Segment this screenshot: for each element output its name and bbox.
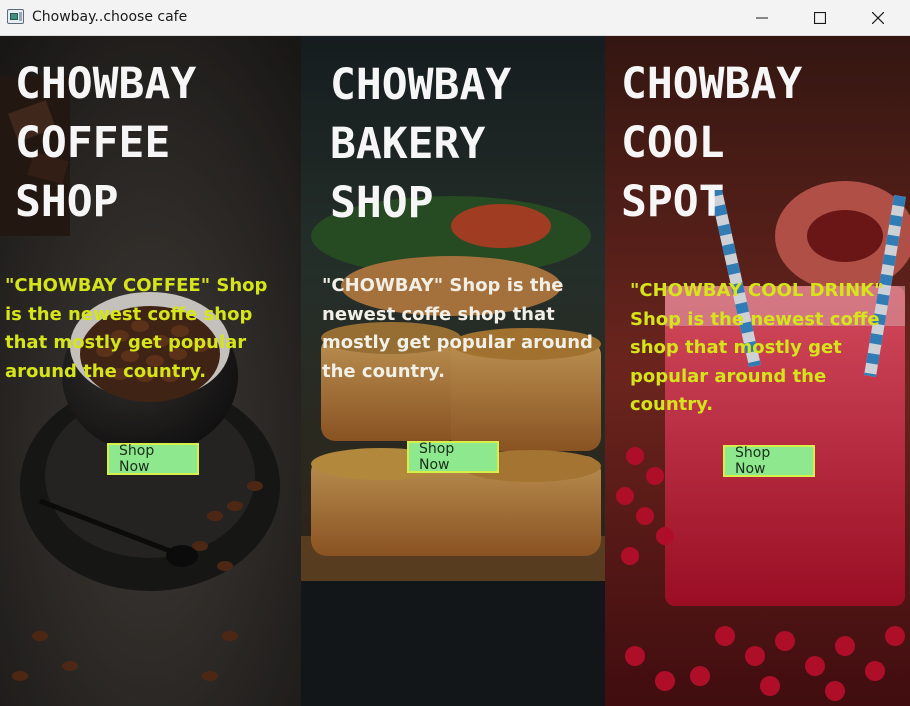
coffee-shop-panel: CHOWBAY COFFEE SHOP "CHOWBAY COFFEE" Sho… bbox=[0, 36, 301, 706]
heading-line: SHOP bbox=[15, 177, 119, 227]
heading-line: SHOP bbox=[330, 178, 434, 228]
window-titlebar: Chowbay..choose cafe bbox=[0, 0, 910, 36]
cool-spot-panel: CHOWBAY COOL SPOT "CHOWBAY COOL DRINK" S… bbox=[605, 36, 910, 706]
coffee-shop-now-button[interactable]: Shop Now bbox=[107, 443, 199, 475]
coffee-shop-heading: CHOWBAY COFFEE SHOP bbox=[15, 55, 196, 232]
heading-line: SPOT bbox=[621, 177, 725, 227]
close-button[interactable] bbox=[849, 0, 907, 35]
bakery-shop-now-button[interactable]: Shop Now bbox=[407, 441, 499, 473]
minimize-icon bbox=[756, 17, 768, 18]
heading-line: BAKERY bbox=[330, 119, 486, 169]
minimize-button[interactable] bbox=[733, 0, 791, 35]
cool-spot-heading: CHOWBAY COOL SPOT bbox=[621, 55, 802, 232]
heading-line: CHOWBAY bbox=[330, 60, 512, 110]
cool-spot-shop-now-button[interactable]: Shop Now bbox=[723, 445, 815, 477]
bakery-shop-description: "CHOWBAY" Shop is the newest coffe shop … bbox=[322, 275, 593, 382]
window-title: Chowbay..choose cafe bbox=[32, 9, 188, 25]
maximize-icon bbox=[814, 11, 826, 24]
heading-line: CHOWBAY bbox=[15, 59, 197, 109]
maximize-button[interactable] bbox=[791, 0, 849, 35]
coffee-shop-description: "CHOWBAY COFFEE" Shop is the newest coff… bbox=[5, 275, 268, 382]
heading-line: COFFEE bbox=[15, 118, 171, 168]
bakery-shop-panel: CHOWBAY BAKERY SHOP "CHOWBAY" Shop is th… bbox=[301, 36, 605, 706]
bakery-shop-heading: CHOWBAY BAKERY SHOP bbox=[330, 56, 511, 233]
close-icon bbox=[872, 11, 884, 24]
cafe-panels: CHOWBAY COFFEE SHOP "CHOWBAY COFFEE" Sho… bbox=[0, 36, 910, 706]
cool-spot-description: "CHOWBAY COOL DRINK" Shop is the newest … bbox=[630, 280, 884, 415]
heading-line: COOL bbox=[621, 118, 725, 168]
app-icon bbox=[7, 9, 24, 24]
heading-line: CHOWBAY bbox=[621, 59, 803, 109]
